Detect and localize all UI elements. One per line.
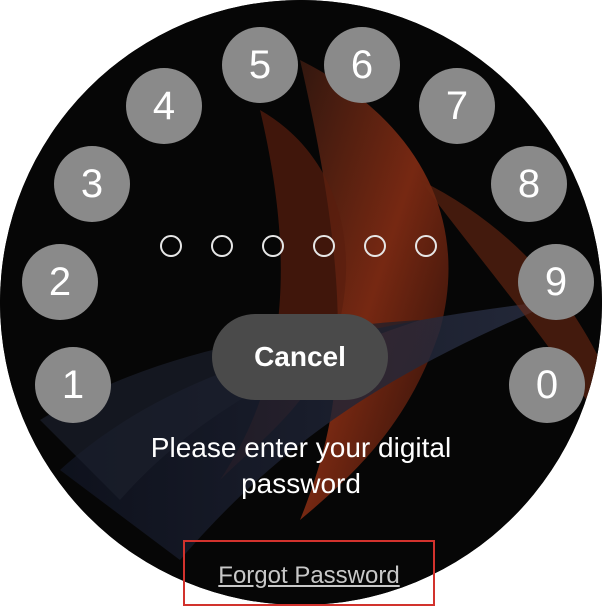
key-9[interactable]: 9 — [518, 244, 594, 320]
key-8[interactable]: 8 — [491, 146, 567, 222]
forgot-password-link[interactable]: Forgot Password — [185, 562, 433, 590]
cancel-button[interactable]: Cancel — [212, 314, 388, 400]
key-3[interactable]: 3 — [54, 146, 130, 222]
password-dot — [415, 235, 437, 257]
password-dot — [262, 235, 284, 257]
password-dots — [160, 235, 437, 257]
password-dot — [211, 235, 233, 257]
password-dot — [313, 235, 335, 257]
key-2[interactable]: 2 — [22, 244, 98, 320]
key-0[interactable]: 0 — [509, 347, 585, 423]
key-7[interactable]: 7 — [419, 68, 495, 144]
password-dot — [160, 235, 182, 257]
key-6[interactable]: 6 — [324, 27, 400, 103]
key-5[interactable]: 5 — [222, 27, 298, 103]
password-dot — [364, 235, 386, 257]
key-4[interactable]: 4 — [126, 68, 202, 144]
forgot-password-highlight[interactable]: Forgot Password — [183, 540, 435, 606]
key-1[interactable]: 1 — [35, 347, 111, 423]
password-prompt: Please enter your digital password — [150, 432, 452, 499]
